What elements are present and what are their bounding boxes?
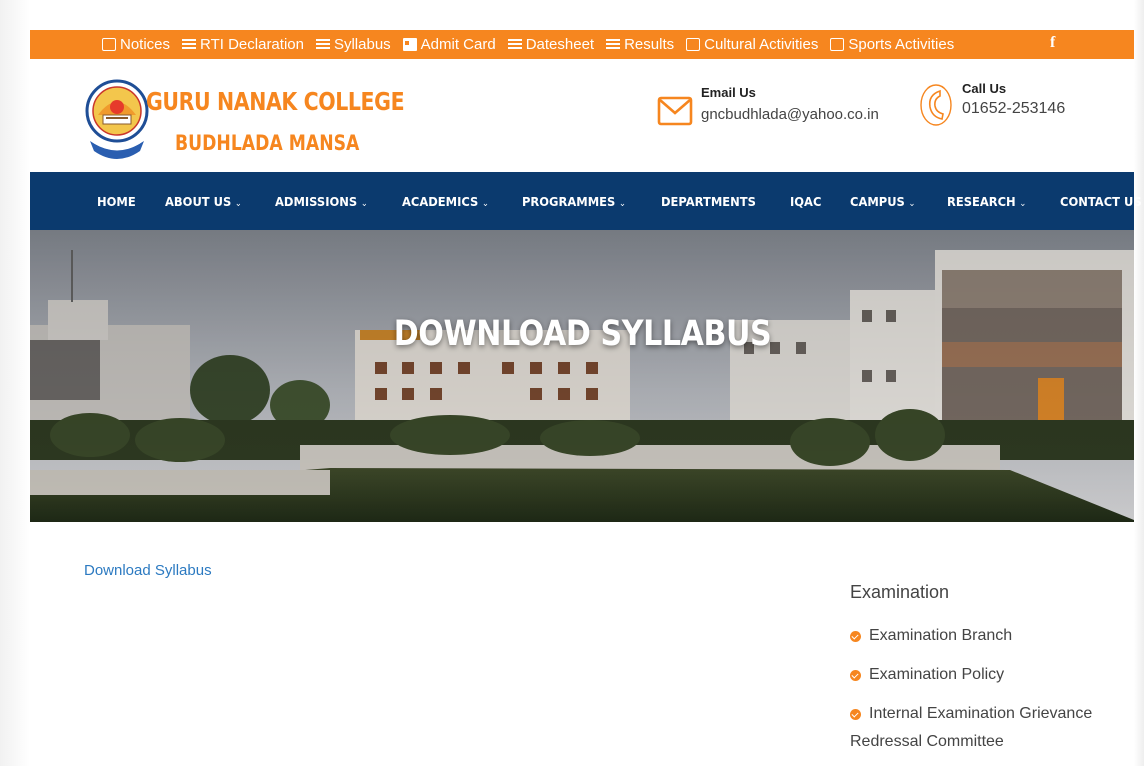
- email-label: Email Us: [701, 85, 756, 100]
- nav-programmes[interactable]: PROGRAMMES ⌄: [522, 194, 626, 209]
- nav-research[interactable]: RESEARCH ⌄: [947, 194, 1026, 209]
- top-link-label: Syllabus: [333, 36, 391, 53]
- top-link-label: Admit Card: [420, 36, 496, 53]
- sidebar-item-examination-policy[interactable]: Examination Policy: [850, 666, 1110, 684]
- top-link-notices[interactable]: Notices: [102, 36, 170, 53]
- list-icon: [182, 38, 197, 51]
- email-contact: Email Us gncbudhlada@yahoo.co.in: [657, 85, 879, 129]
- college-name: GURU NANAK COLLEGE: [146, 87, 405, 116]
- list-icon: [507, 38, 522, 51]
- top-link-sports-activities[interactable]: Sports Activities: [830, 36, 954, 53]
- chevron-down-icon: ⌄: [360, 198, 368, 209]
- check-circle-icon: [850, 670, 861, 681]
- chevron-down-icon: ⌄: [235, 198, 242, 209]
- nav-campus[interactable]: CAMPUS ⌄: [850, 194, 915, 209]
- phone-contact: Call Us 01652-253146: [918, 81, 1065, 129]
- chevron-down-icon: ⌄: [908, 198, 916, 209]
- sidebar-item-label: Examination Branch: [869, 627, 1013, 644]
- nav-home[interactable]: HOME: [97, 194, 136, 209]
- college-logo-icon[interactable]: [84, 69, 150, 169]
- sidebar-item-label: Internal Examination Grievance: [869, 705, 1093, 722]
- chevron-down-icon: ⌄: [1019, 198, 1027, 209]
- facebook-icon[interactable]: f: [1050, 34, 1055, 52]
- top-link-admit-card[interactable]: Admit Card: [402, 36, 496, 53]
- top-link-label: RTI Declaration: [200, 36, 304, 53]
- nav-contact-us[interactable]: CONTACT US: [1060, 194, 1142, 209]
- top-link-results[interactable]: Results: [606, 36, 674, 53]
- top-link-cultural-activities[interactable]: Cultural Activities: [686, 36, 818, 53]
- email-address[interactable]: gncbudhlada@yahoo.co.in: [701, 106, 879, 123]
- call-label: Call Us: [962, 81, 1007, 96]
- campus-photo: [30, 230, 1134, 522]
- nav-iqac[interactable]: IQAC: [790, 194, 821, 209]
- envelope-icon: [657, 96, 693, 126]
- top-link-datesheet[interactable]: Datesheet: [507, 36, 595, 53]
- id-card-icon: [402, 38, 417, 51]
- check-circle-icon: [850, 709, 861, 720]
- sidebar-item-grievance-committee[interactable]: Internal Examination Grievance: [850, 705, 1110, 723]
- page-icon: [686, 38, 701, 51]
- college-location: BUDHLADA MANSA: [175, 131, 360, 155]
- check-circle-icon: [850, 631, 861, 642]
- nav-academics[interactable]: ACADEMICS ⌄: [402, 194, 489, 209]
- phone-number[interactable]: 01652-253146: [962, 100, 1065, 118]
- page-icon: [830, 38, 845, 51]
- top-link-label: Datesheet: [525, 36, 595, 53]
- page-title: DOWNLOAD SYLLABUS: [393, 314, 771, 354]
- top-link-label: Results: [624, 36, 675, 53]
- top-link-syllabus[interactable]: Syllabus: [315, 36, 391, 53]
- page-shadow-left: [0, 0, 30, 766]
- main-nav: HOME ABOUT US ⌄ ADMISSIONS ⌄ ACADEMICS ⌄ PR…: [30, 172, 1141, 230]
- chevron-down-icon: ⌄: [618, 198, 626, 209]
- nav-about-us[interactable]: ABOUT US ⌄: [165, 194, 242, 209]
- sidebar-item-label-continued[interactable]: Redressal Committee: [850, 733, 1110, 751]
- top-link-label: Cultural Activities: [704, 36, 819, 53]
- list-icon: [606, 38, 621, 51]
- sidebar-item-label: Examination Policy: [869, 666, 1005, 683]
- page-icon: [102, 38, 116, 51]
- sidebar-item-examination-branch[interactable]: Examination Branch: [850, 627, 1110, 645]
- top-link-label: Sports Activities: [848, 36, 955, 53]
- download-syllabus-link[interactable]: Download Syllabus: [84, 562, 212, 579]
- page-shadow-right: [1134, 0, 1144, 766]
- nav-admissions[interactable]: ADMISSIONS ⌄: [275, 194, 368, 209]
- examination-sidebar: Examination Examination Branch Examinati…: [850, 582, 1110, 751]
- page: Notices RTI Declaration Syllabus Admit C…: [0, 0, 1144, 766]
- site-header: GURU NANAK COLLEGE BUDHLADA MANSA Email …: [30, 59, 1134, 172]
- page-banner: DOWNLOAD SYLLABUS: [30, 230, 1134, 522]
- list-icon: [315, 38, 330, 51]
- top-link-label: Notices: [120, 36, 171, 53]
- phone-icon: [920, 84, 952, 126]
- nav-departments[interactable]: DEPARTMENTS: [661, 194, 756, 209]
- top-link-bar: Notices RTI Declaration Syllabus Admit C…: [30, 30, 1134, 59]
- chevron-down-icon: ⌄: [481, 198, 489, 209]
- top-link-rti-declaration[interactable]: RTI Declaration: [182, 36, 304, 53]
- sidebar-title: Examination: [850, 582, 950, 602]
